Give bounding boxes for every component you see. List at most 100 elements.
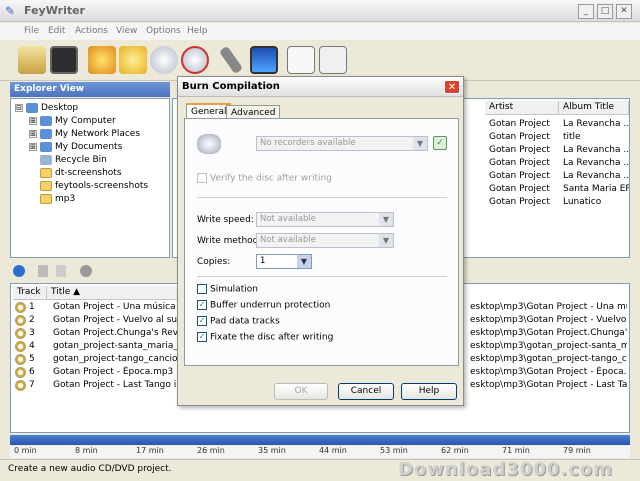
track-path: esktop\mp3\Gotan Project - Last Tango... xyxy=(470,380,627,390)
properties-icon[interactable] xyxy=(287,46,315,74)
column-album-title[interactable]: Album Title xyxy=(559,101,629,115)
column-artist[interactable]: Artist xyxy=(485,101,559,115)
display-icon[interactable] xyxy=(250,46,278,74)
track-title: gotan_project-tango_cancion.mp xyxy=(53,354,183,364)
burn-audio-icon[interactable] xyxy=(88,46,116,74)
minimize-button[interactable]: _ xyxy=(578,4,594,19)
menu-view[interactable]: View xyxy=(116,26,137,36)
close-button[interactable]: ✕ xyxy=(616,4,632,19)
tree-item-label: Desktop xyxy=(41,103,79,113)
separator xyxy=(197,197,447,198)
tree-item-label: feytools-screenshots xyxy=(55,181,149,191)
option-checkbox[interactable]: ✓ Buffer underrun protection xyxy=(197,300,333,316)
timeline: 0 min 8 min 17 min 26 min 35 min 44 min 53 min… xyxy=(10,446,630,458)
explorer-header: Explorer View xyxy=(10,82,170,97)
network-icon xyxy=(40,128,52,139)
capacity-bar xyxy=(10,435,630,445)
track-number: 1 xyxy=(29,302,35,312)
option-checkbox[interactable]: ✓ Pad data tracks xyxy=(197,316,333,332)
copies-label: Copies: xyxy=(197,257,231,267)
documents-icon xyxy=(40,141,52,152)
album-cell: title xyxy=(563,132,581,142)
tree-item[interactable]: ⊞ My Computer xyxy=(15,115,165,128)
menu-actions[interactable]: Actions xyxy=(75,26,108,36)
tree-item[interactable]: ⊞ My Documents xyxy=(15,141,165,154)
album-cell: Santa Maria EP xyxy=(563,184,629,194)
chevron-down-icon: ▼ xyxy=(379,234,393,247)
list-item[interactable]: Gotan Project title xyxy=(489,131,629,144)
remove-icon[interactable] xyxy=(56,265,66,277)
dialog-close-button[interactable]: ✕ xyxy=(444,80,460,94)
list-item[interactable]: Gotan Project Santa Maria EP xyxy=(489,183,629,196)
ok-button[interactable]: OK xyxy=(274,383,328,400)
checkbox-empty-icon xyxy=(197,284,207,294)
tree-item-label: My Computer xyxy=(55,116,116,126)
tree-item[interactable]: dt-screenshots xyxy=(15,167,165,180)
artist-cell: Gotan Project xyxy=(489,119,550,129)
folder-icon xyxy=(40,193,52,204)
move-up-icon[interactable] xyxy=(38,265,48,277)
write-speed-select[interactable]: Not available ▼ xyxy=(256,212,394,227)
artist-cell: Gotan Project xyxy=(489,197,550,207)
recycle-bin-icon xyxy=(40,154,52,165)
menu-options[interactable]: Options xyxy=(146,26,181,36)
track-number: 2 xyxy=(29,315,35,325)
burn-data-icon[interactable] xyxy=(119,46,147,74)
help-button[interactable]: Help xyxy=(401,383,457,400)
menu-file[interactable]: File xyxy=(24,26,39,36)
tab-general[interactable]: General xyxy=(186,103,232,119)
toolbar xyxy=(0,41,640,81)
wrench-icon[interactable] xyxy=(218,45,244,75)
collapse-icon[interactable]: ⊟ xyxy=(15,103,23,112)
list-item[interactable]: Gotan Project La Revancha ... xyxy=(489,118,629,131)
save-icon[interactable] xyxy=(50,46,78,74)
watermark: Download3000.com xyxy=(398,459,614,480)
info-icon[interactable] xyxy=(13,265,25,277)
timeline-tick: 62 min xyxy=(441,446,469,455)
tree-item[interactable]: Recycle Bin xyxy=(15,154,165,167)
track-number: 5 xyxy=(29,354,35,364)
explorer-tree: ⊟ Desktop ⊞ My Computer ⊞ My Network Places ⊞ M… xyxy=(10,98,170,258)
tree-item-label: Recycle Bin xyxy=(55,155,107,165)
list-item[interactable]: Gotan Project Lunatico xyxy=(489,196,629,209)
list-item[interactable]: Gotan Project La Revancha ... xyxy=(489,170,629,183)
clear-icon[interactable] xyxy=(80,265,92,277)
tree-item-label: mp3 xyxy=(55,194,76,204)
artist-cell: Gotan Project xyxy=(489,158,550,168)
option-checkbox[interactable]: Simulation xyxy=(197,284,333,300)
new-project-icon[interactable] xyxy=(18,46,46,74)
tree-item[interactable]: mp3 xyxy=(15,193,165,206)
erase-disc-icon[interactable] xyxy=(181,46,209,74)
tree-item[interactable]: feytools-screenshots xyxy=(15,180,165,193)
column-track[interactable]: Track xyxy=(13,286,47,300)
audio-track-icon xyxy=(15,302,26,313)
dialog-title-bar: Burn Compilation ✕ xyxy=(178,77,463,97)
recorder-select[interactable]: No recorders available ▼ xyxy=(256,136,428,151)
write-method-select[interactable]: Not available ▼ xyxy=(256,233,394,248)
disc-icon[interactable] xyxy=(150,46,178,74)
tree-item-label: My Documents xyxy=(55,142,123,152)
exit-icon[interactable] xyxy=(319,46,347,74)
copies-select[interactable]: 1 ▼ xyxy=(256,254,312,269)
list-item[interactable]: Gotan Project La Revancha ... xyxy=(489,144,629,157)
timeline-tick: 26 min xyxy=(197,446,225,455)
expand-icon[interactable]: ⊞ xyxy=(29,129,37,138)
option-checkbox[interactable]: ✓ Fixate the disc after writing xyxy=(197,332,333,348)
track-title: gotan_project-santa_maria_(del xyxy=(53,341,183,351)
maximize-button[interactable]: □ xyxy=(597,4,613,19)
menu-edit[interactable]: Edit xyxy=(48,26,65,36)
audio-track-icon xyxy=(15,328,26,339)
artist-cell: Gotan Project xyxy=(489,132,550,142)
column-title[interactable]: Title ▲ xyxy=(47,286,177,300)
tree-item[interactable]: ⊞ My Network Places xyxy=(15,128,165,141)
folder-icon xyxy=(40,180,52,191)
menu-help[interactable]: Help xyxy=(187,26,208,36)
tree-item[interactable]: ⊟ Desktop xyxy=(15,102,165,115)
expand-icon[interactable]: ⊞ xyxy=(29,142,37,151)
expand-icon[interactable]: ⊞ xyxy=(29,116,37,125)
cancel-button[interactable]: Cancel xyxy=(338,383,394,400)
verify-disc-checkbox[interactable]: Verify the disc after writing xyxy=(197,173,332,184)
refresh-recorders-button[interactable]: ✓ xyxy=(433,136,447,150)
separator xyxy=(197,276,447,277)
list-item[interactable]: Gotan Project La Revancha ... xyxy=(489,157,629,170)
